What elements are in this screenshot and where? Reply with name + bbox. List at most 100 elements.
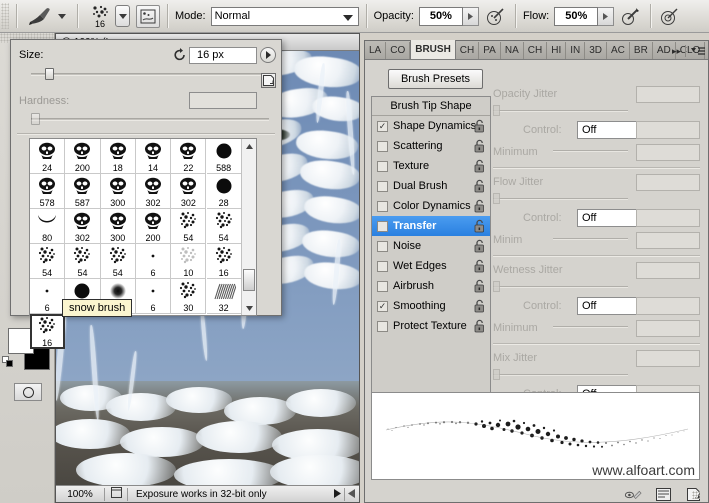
panel-tab-la[interactable]: LA bbox=[365, 42, 387, 59]
brush-preset-cell[interactable]: 54 bbox=[65, 244, 101, 279]
jitter-slider-thumb[interactable] bbox=[493, 369, 500, 380]
panel-tab-brush[interactable]: BRUSH bbox=[410, 40, 456, 59]
brush-preset-cell[interactable]: 54 bbox=[30, 244, 66, 279]
brush-option-protect-texture[interactable]: Protect Texture bbox=[372, 316, 490, 336]
airbrush-toggle[interactable] bbox=[484, 5, 508, 28]
lock-icon[interactable] bbox=[473, 199, 486, 213]
lock-icon[interactable] bbox=[473, 119, 486, 133]
brush-preset-cell[interactable]: 300 bbox=[100, 174, 136, 209]
brush-option-transfer[interactable]: Transfer bbox=[372, 216, 490, 236]
brush-option-airbrush[interactable]: Airbrush bbox=[372, 276, 490, 296]
lock-icon[interactable] bbox=[473, 139, 486, 153]
brush-preset-cell[interactable]: 300 bbox=[100, 209, 136, 244]
panel-resize-grip[interactable] bbox=[692, 491, 700, 499]
checkbox[interactable] bbox=[377, 220, 388, 232]
toggle-brush-preview-icon[interactable] bbox=[624, 487, 642, 501]
lock-icon[interactable] bbox=[473, 279, 486, 293]
new-brush-preset-icon[interactable] bbox=[654, 487, 672, 501]
reset-icon[interactable] bbox=[171, 46, 189, 64]
panel-tab-3d[interactable]: 3D bbox=[585, 42, 608, 59]
lock-icon[interactable] bbox=[473, 319, 486, 333]
checkbox[interactable]: ✓ bbox=[377, 120, 388, 132]
lock-icon[interactable] bbox=[473, 299, 486, 313]
brush-preset-cell[interactable]: 302 bbox=[135, 174, 172, 209]
brush-preset-cell[interactable]: 80 bbox=[30, 209, 66, 244]
jitter-slider-thumb[interactable] bbox=[493, 193, 500, 204]
brush-tip-shape-header[interactable]: Brush Tip Shape bbox=[372, 97, 490, 116]
scrollbar-thumb[interactable] bbox=[243, 269, 256, 291]
size-input[interactable]: 16 px bbox=[189, 46, 257, 64]
jitter-value[interactable] bbox=[636, 349, 700, 367]
brush-preset-cell[interactable]: 578 bbox=[30, 174, 66, 209]
control-extra-box[interactable] bbox=[636, 209, 700, 227]
panel-tab-ac[interactable]: AC bbox=[607, 42, 630, 59]
jitter-slider-thumb[interactable] bbox=[493, 105, 500, 116]
lock-icon[interactable] bbox=[473, 239, 486, 253]
jitter-slider[interactable] bbox=[493, 369, 700, 380]
jitter-slider[interactable] bbox=[493, 281, 700, 292]
minimum-slider-track[interactable] bbox=[553, 326, 628, 328]
checkbox[interactable] bbox=[377, 160, 388, 172]
panel-tab-ch[interactable]: CH bbox=[524, 42, 548, 59]
panel-tab-co[interactable]: CO bbox=[386, 42, 411, 59]
document-info-icon[interactable] bbox=[105, 487, 127, 501]
minimum-value[interactable] bbox=[636, 319, 700, 337]
checkbox[interactable] bbox=[377, 180, 388, 192]
brush-preset-cell[interactable]: 200 bbox=[65, 139, 101, 174]
brush-preset-cell[interactable]: 54 bbox=[206, 209, 242, 244]
double-right-arrow-icon[interactable]: ▸▸ bbox=[672, 46, 681, 57]
brush-option-color-dynamics[interactable]: Color Dynamics bbox=[372, 196, 490, 216]
size-slider[interactable] bbox=[31, 68, 269, 80]
scroll-down-arrow[interactable] bbox=[242, 301, 256, 315]
size-slider-thumb[interactable] bbox=[45, 68, 54, 80]
flow-input[interactable]: 50% bbox=[554, 6, 599, 26]
jitter-value[interactable] bbox=[636, 85, 700, 103]
control-extra-box[interactable] bbox=[636, 121, 700, 139]
opacity-input[interactable]: 50% bbox=[418, 6, 463, 26]
brush-preset-cell[interactable]: 30 bbox=[171, 279, 207, 314]
panel-tab-br[interactable]: BR bbox=[630, 42, 653, 59]
active-tool-brush[interactable] bbox=[24, 3, 70, 29]
panel-tab-hi[interactable]: HI bbox=[547, 42, 567, 59]
brush-preset-cell[interactable]: 588 bbox=[206, 139, 242, 174]
jitter-slider-thumb[interactable] bbox=[493, 281, 500, 292]
checkbox[interactable] bbox=[377, 320, 388, 332]
checkbox[interactable] bbox=[377, 280, 388, 292]
control-extra-box[interactable] bbox=[636, 297, 700, 315]
brush-preset-cell[interactable]: 14 bbox=[135, 139, 172, 174]
checkbox[interactable] bbox=[377, 200, 388, 212]
brush-presets-button[interactable]: Brush Presets bbox=[388, 69, 483, 89]
jitter-slider[interactable] bbox=[493, 105, 700, 116]
scroll-up-arrow[interactable] bbox=[242, 139, 256, 153]
brush-option-shape-dynamics[interactable]: ✓ Shape Dynamics bbox=[372, 116, 490, 136]
brush-preset-cell[interactable]: 18 bbox=[100, 139, 136, 174]
flow-stepper[interactable] bbox=[598, 6, 615, 26]
brush-preset-cell[interactable]: 6 bbox=[135, 279, 172, 314]
preset-grid-scrollbar[interactable] bbox=[241, 139, 256, 315]
brush-preset-cell[interactable]: 54 bbox=[100, 244, 136, 279]
lock-icon[interactable] bbox=[473, 159, 486, 173]
panel-tab-ch[interactable]: CH bbox=[456, 42, 480, 59]
opacity-stepper[interactable] bbox=[462, 6, 479, 26]
options-bar-grip[interactable] bbox=[1, 3, 9, 29]
brush-preset-cell[interactable]: 28 bbox=[206, 174, 242, 209]
brush-preset-preview[interactable]: 16 bbox=[85, 1, 115, 31]
brush-preset-cell[interactable]: 10 bbox=[171, 244, 207, 279]
minimum-slider-track[interactable] bbox=[553, 238, 628, 240]
brush-preset-cell[interactable]: 200 bbox=[135, 209, 172, 244]
panel-tab-in[interactable]: IN bbox=[566, 42, 586, 59]
panel-tab-na[interactable]: NA bbox=[501, 42, 524, 59]
lock-icon[interactable] bbox=[473, 219, 486, 233]
brush-preset-cell[interactable]: 6 bbox=[135, 244, 172, 279]
minimum-value[interactable] bbox=[636, 231, 700, 249]
minimum-value[interactable] bbox=[636, 143, 700, 161]
pressure-opacity-toggle[interactable] bbox=[619, 5, 643, 28]
lock-icon[interactable] bbox=[473, 259, 486, 273]
brush-preset-cell[interactable]: 16 bbox=[30, 314, 66, 349]
blend-mode-select[interactable]: Normal bbox=[210, 6, 359, 26]
brush-preset-cell[interactable]: 24 bbox=[30, 139, 66, 174]
picker-flyout-button[interactable] bbox=[260, 47, 276, 63]
jitter-slider[interactable] bbox=[493, 193, 700, 204]
brush-preset-cell[interactable]: 302 bbox=[171, 174, 207, 209]
checkbox[interactable] bbox=[377, 260, 388, 272]
